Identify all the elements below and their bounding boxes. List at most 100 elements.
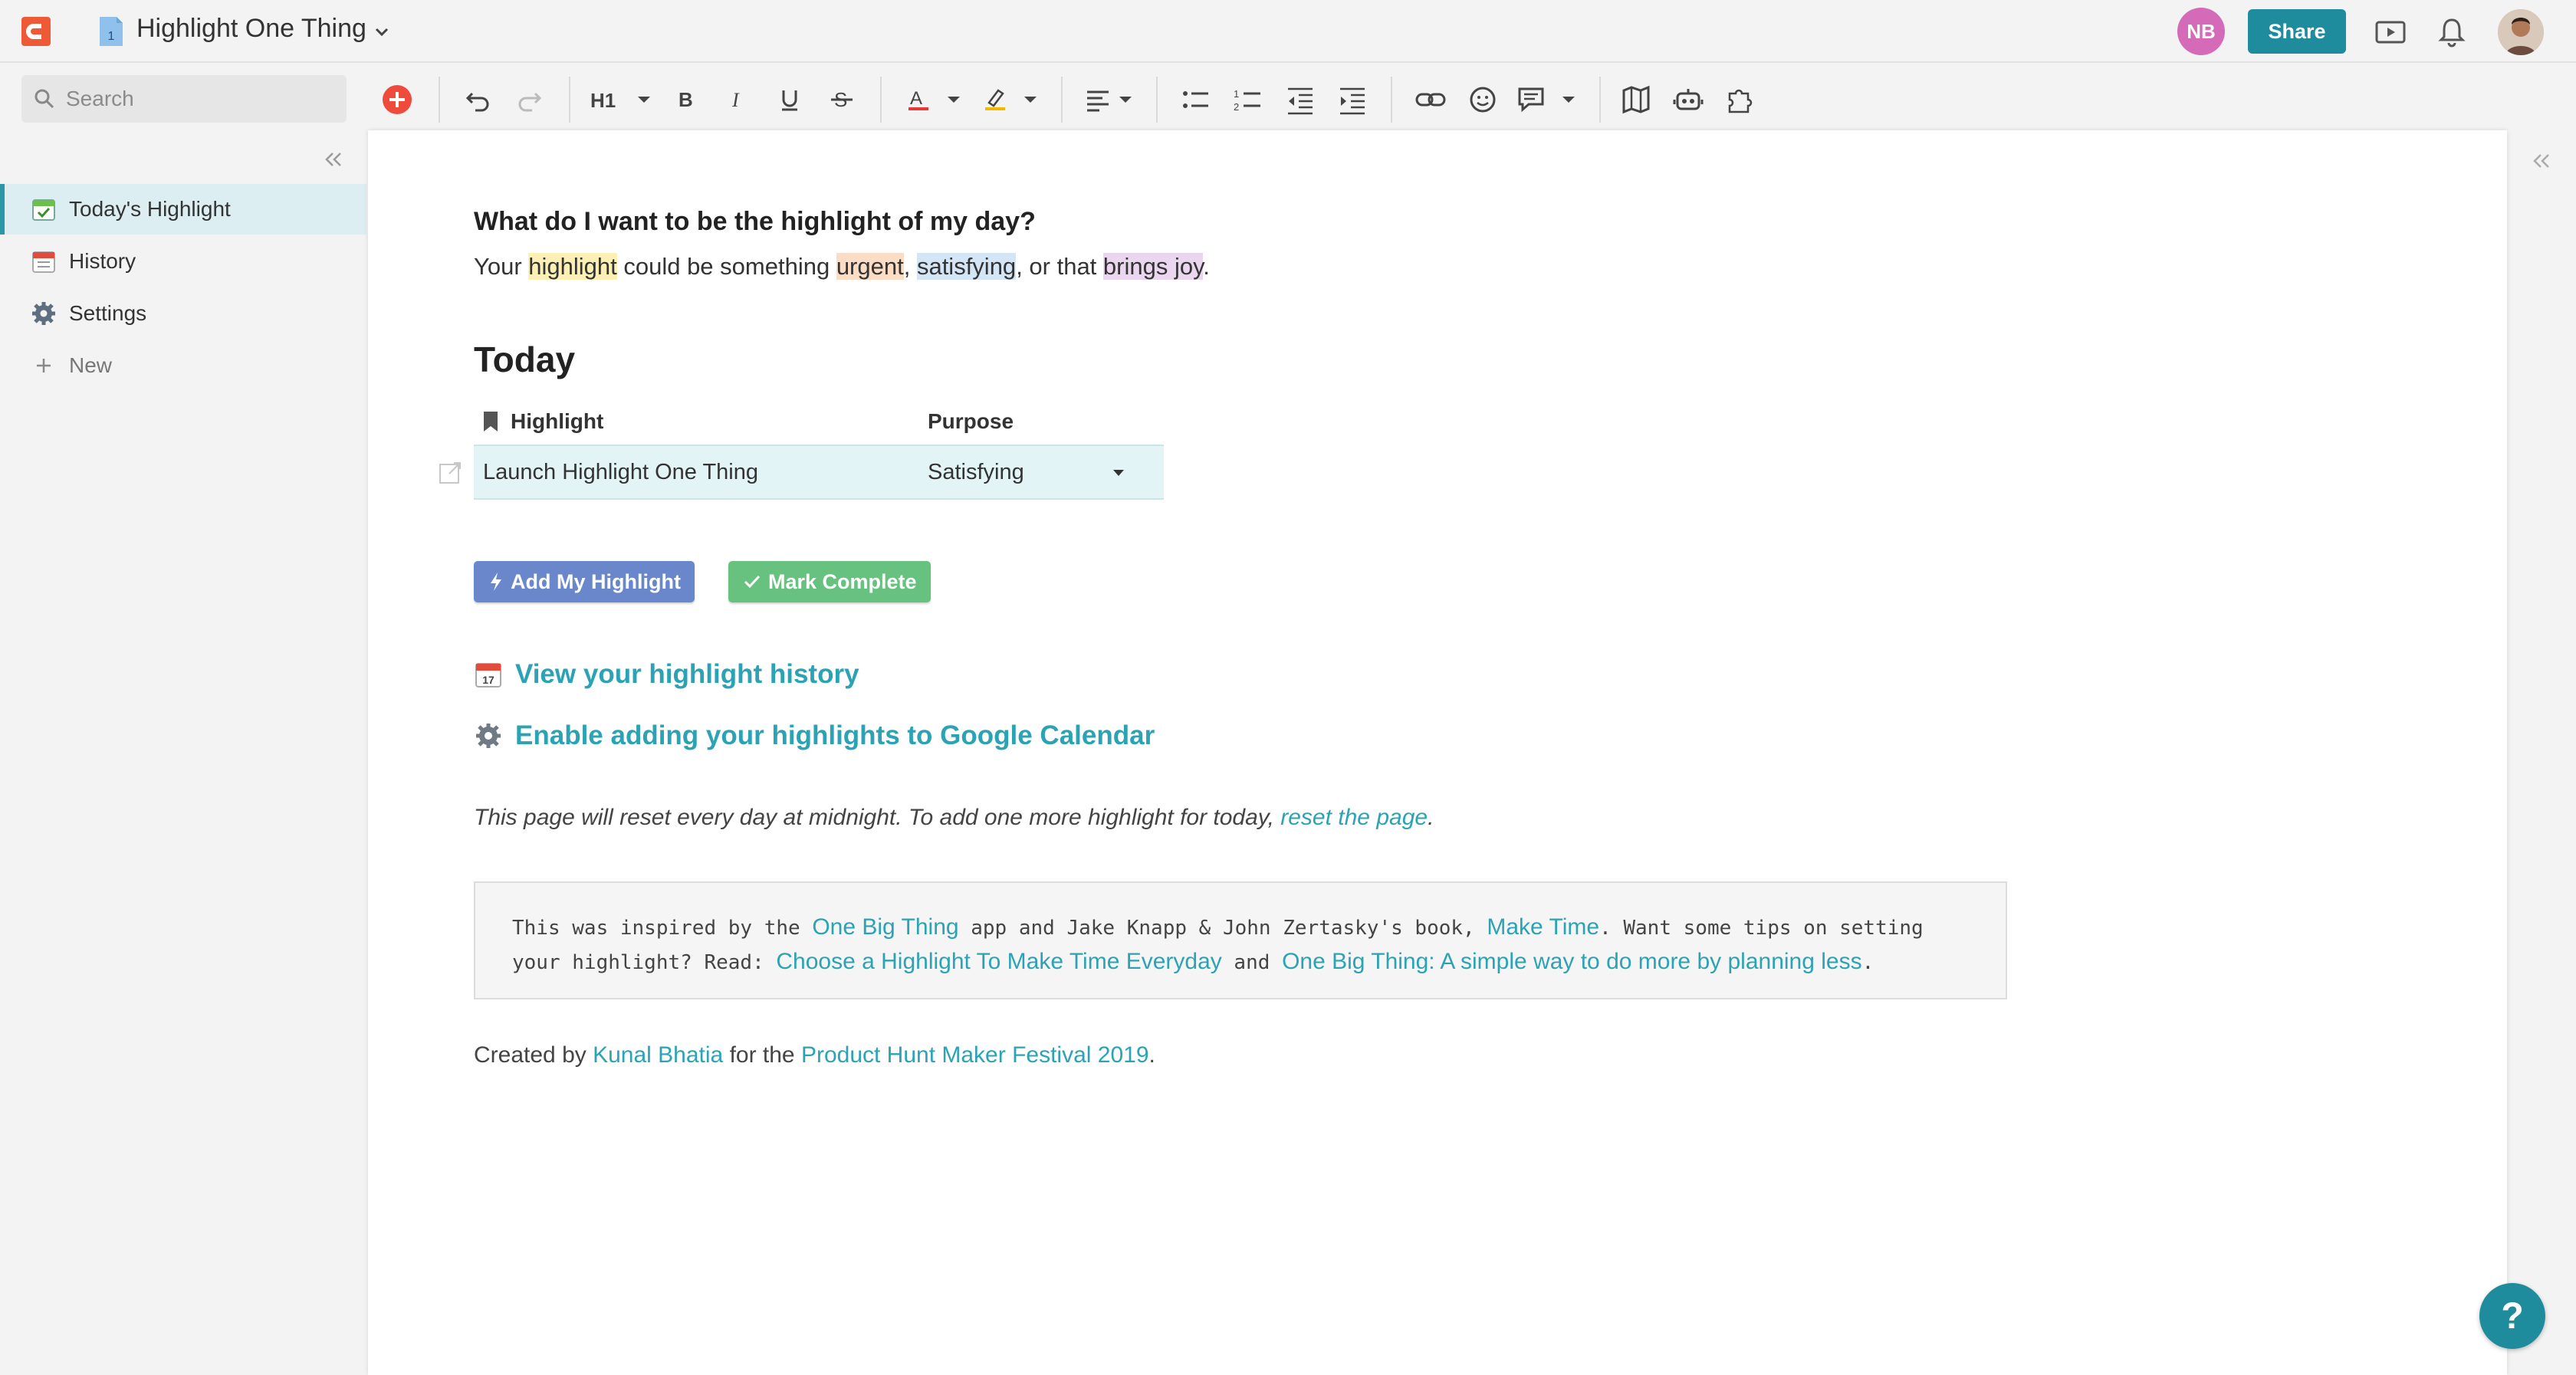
gear-icon — [476, 724, 501, 748]
table-header: Highlight Purpose — [474, 399, 1164, 445]
table-row[interactable]: Launch Highlight One Thing Satisfying — [474, 445, 1164, 500]
collapse-sidebar-icon[interactable] — [320, 147, 345, 172]
highlight-word: highlight — [528, 253, 617, 280]
svg-text:1: 1 — [1234, 88, 1239, 100]
gear-icon — [32, 302, 55, 325]
collaborator-avatar[interactable]: NB — [2177, 8, 2225, 55]
svg-text:1: 1 — [108, 30, 115, 43]
enable-calendar-link[interactable]: Enable adding your highlights to Google … — [474, 720, 1155, 751]
underline-icon[interactable] — [773, 83, 807, 116]
sidebar-item-label: Settings — [69, 301, 147, 325]
redo-icon[interactable] — [512, 83, 546, 116]
heading-icon[interactable]: H1 — [587, 83, 621, 116]
text-color-dropdown-icon[interactable] — [937, 83, 971, 116]
satisfying-word: satisfying — [916, 253, 1017, 280]
brings-joy-word: brings joy — [1102, 253, 1204, 280]
bookmark-icon — [484, 412, 498, 432]
top-bar: 1 Highlight One Thing NB Share — [0, 0, 2576, 63]
one-big-thing-article-link[interactable]: One Big Thing: A simple way to do more b… — [1282, 949, 1862, 974]
chevron-down-icon[interactable] — [373, 23, 391, 41]
comment-icon[interactable] — [1515, 83, 1549, 116]
help-button[interactable]: ? — [2479, 1283, 2545, 1349]
cell-highlight[interactable]: Launch Highlight One Thing — [483, 460, 758, 485]
doc-icon: 1 — [100, 17, 123, 46]
make-time-link[interactable]: Make Time — [1487, 914, 1599, 940]
column-header-highlight[interactable]: Highlight — [481, 409, 603, 434]
share-button[interactable]: Share — [2248, 9, 2346, 54]
svg-text:2: 2 — [1234, 101, 1239, 113]
italic-icon[interactable]: I — [721, 83, 754, 116]
inspiration-line-1: This was inspired by the One Big Thing a… — [512, 914, 1924, 940]
outdent-icon[interactable] — [1283, 83, 1317, 116]
highlight-color-icon[interactable] — [978, 83, 1012, 116]
mark-complete-button[interactable]: Mark Complete — [728, 561, 931, 602]
doc-title[interactable]: Highlight One Thing — [136, 14, 366, 44]
column-header-purpose[interactable]: Purpose — [928, 409, 1014, 434]
map-icon[interactable] — [1619, 83, 1653, 116]
expand-row-icon[interactable] — [437, 460, 463, 486]
add-my-highlight-button[interactable]: Add My Highlight — [474, 561, 695, 602]
heading-dropdown-icon[interactable] — [627, 83, 661, 116]
toolbar-divider — [880, 77, 882, 123]
svg-text:I: I — [731, 89, 740, 111]
svg-text:17: 17 — [482, 674, 495, 686]
comment-dropdown-icon[interactable] — [1552, 83, 1585, 116]
insert-plus-icon[interactable] — [380, 83, 414, 116]
robot-icon[interactable] — [1671, 83, 1705, 116]
sidebar-item-label: New — [69, 353, 113, 377]
toolbar-divider — [569, 77, 570, 123]
festival-link[interactable]: Product Hunt Maker Festival 2019 — [801, 1042, 1149, 1068]
toolbar-divider — [1391, 77, 1392, 123]
collapse-right-panel-icon[interactable] — [2528, 149, 2553, 173]
search-placeholder: Search — [66, 87, 134, 110]
search-input[interactable]: Search — [21, 75, 347, 123]
text-color-icon[interactable]: A — [902, 83, 935, 116]
search-icon — [34, 89, 54, 109]
calendar-icon — [32, 251, 55, 273]
sidebar-item-history[interactable]: History — [0, 236, 366, 287]
inspiration-code-block: This was inspired by the One Big Thing a… — [474, 881, 2007, 999]
document-canvas: What do I want to be the highlight of my… — [368, 130, 2507, 1375]
sidebar-item-todays-highlight[interactable]: Today's Highlight — [0, 184, 366, 235]
link-icon[interactable] — [1414, 83, 1447, 116]
one-big-thing-link[interactable]: One Big Thing — [812, 914, 958, 940]
question-heading: What do I want to be the highlight of my… — [474, 207, 1036, 236]
calendar-icon: 17 — [475, 663, 501, 688]
numbered-list-icon[interactable]: 1 2 — [1231, 83, 1265, 116]
present-icon[interactable] — [2374, 15, 2407, 49]
bold-icon[interactable]: B — [669, 83, 702, 116]
view-history-link[interactable]: 17 View your highlight history — [474, 659, 859, 690]
lightning-icon — [491, 573, 501, 591]
author-link[interactable]: Kunal Bhatia — [593, 1042, 723, 1068]
reset-page-link[interactable]: reset the page — [1280, 805, 1428, 830]
calendar-check-icon — [32, 199, 55, 221]
highlights-table: Highlight Purpose Launch Highlight One T… — [474, 399, 1164, 500]
svg-text:H1: H1 — [590, 89, 616, 112]
svg-text:B: B — [678, 88, 693, 111]
bell-icon[interactable] — [2435, 15, 2469, 49]
user-avatar[interactable] — [2498, 9, 2544, 55]
toolbar-divider — [1599, 77, 1601, 123]
toolbar: Search H1 B I S A 1 2 — [0, 64, 2576, 133]
undo-icon[interactable] — [462, 83, 495, 116]
user-photo-icon — [2498, 9, 2544, 55]
toolbar-divider — [1156, 77, 1158, 123]
highlight-color-dropdown-icon[interactable] — [1014, 83, 1047, 116]
bullet-list-icon[interactable] — [1179, 83, 1213, 116]
emoji-icon[interactable] — [1466, 83, 1500, 116]
purpose-dropdown-icon[interactable] — [1110, 468, 1127, 478]
choose-highlight-article-link[interactable]: Choose a Highlight To Make Time Everyday — [776, 949, 1221, 974]
sidebar: Today's Highlight History Settings New — [0, 133, 368, 1375]
indent-icon[interactable] — [1336, 83, 1369, 116]
sidebar-item-label: History — [69, 249, 136, 273]
sidebar-item-settings[interactable]: Settings — [0, 288, 366, 339]
reset-note: This page will reset every day at midnig… — [474, 805, 1434, 830]
strikethrough-icon[interactable]: S — [825, 83, 859, 116]
sidebar-item-new[interactable]: New — [0, 340, 366, 391]
align-dropdown-icon[interactable] — [1109, 83, 1142, 116]
coda-logo-icon[interactable] — [21, 17, 51, 46]
checkmark-icon — [744, 575, 761, 589]
cell-purpose[interactable]: Satisfying — [928, 460, 1024, 485]
intro-text: Your highlight could be something urgent… — [474, 253, 1210, 280]
puzzle-icon[interactable] — [1723, 83, 1757, 116]
